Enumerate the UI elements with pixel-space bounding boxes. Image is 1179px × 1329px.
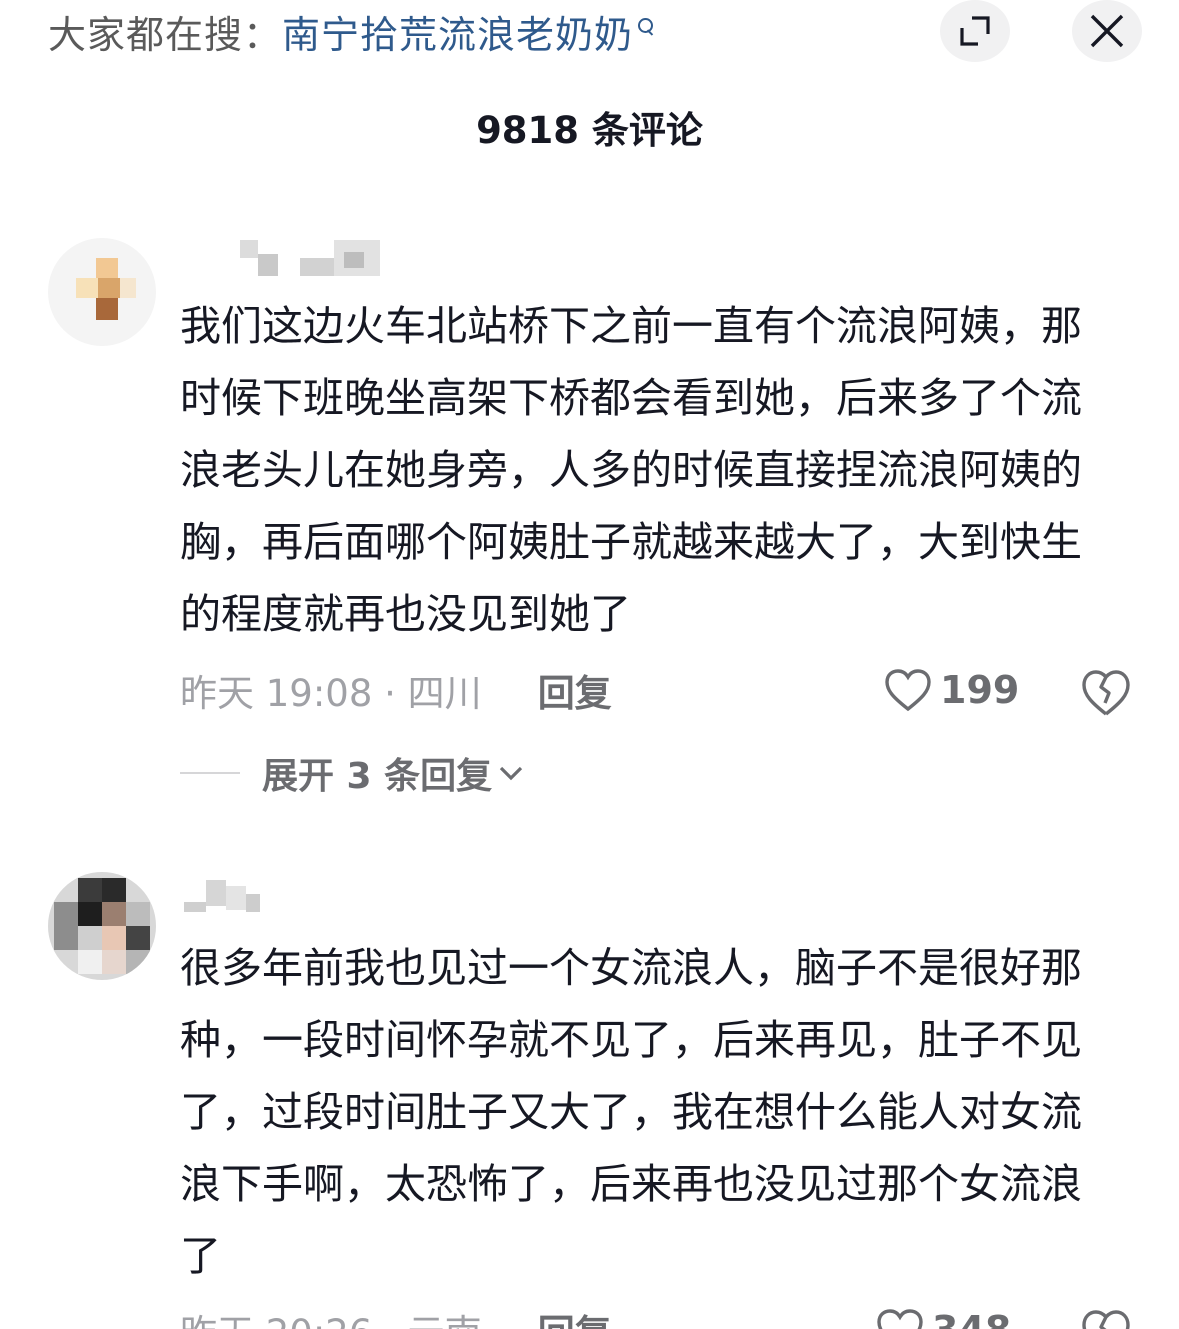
chevron-down-icon	[499, 766, 523, 781]
search-prefix: 大家都在搜：	[48, 12, 283, 57]
close-icon	[1090, 14, 1124, 48]
comment-text: 很多年前我也见过一个女流浪人，脑子不是很好那种，一段时间怀孕就不见了，后来再见，…	[180, 944, 1082, 1280]
collapse-button[interactable]	[940, 0, 1010, 62]
comment-text: 我们这边火车北站桥下之前一直有个流浪阿姨，那时候下班晚坐高架下桥都会看到她，后来…	[180, 302, 1082, 638]
avatar[interactable]	[48, 872, 156, 980]
comment-meta: 昨天 20:26 · 云南 回复	[180, 1300, 612, 1329]
comment-count-title: 9818 条评论	[476, 109, 703, 152]
like-count: 199	[940, 668, 1020, 712]
like-button[interactable]: 199	[884, 660, 1019, 720]
search-icon[interactable]	[635, 16, 657, 46]
reply-button[interactable]: 回复	[538, 1303, 612, 1329]
username-blurred[interactable]	[184, 880, 264, 920]
search-suggestion[interactable]: 大家都在搜： 南宁拾荒流浪老奶奶	[48, 4, 657, 59]
expand-replies-button[interactable]: 展开 3 条回复	[180, 745, 524, 801]
heart-icon	[877, 1309, 923, 1329]
expand-replies-label: 展开 3 条回复	[262, 756, 493, 797]
comment-time-location: 昨天 20:26 · 云南	[180, 1303, 482, 1329]
divider-line	[180, 772, 240, 774]
like-count: 348	[932, 1308, 1011, 1329]
close-button[interactable]	[1072, 0, 1142, 62]
comment-panel: 大家都在搜： 南宁拾荒流浪老奶奶 9818 条评论 我们这边火车北站桥下之前一直…	[0, 0, 1179, 1329]
avatar[interactable]	[48, 238, 156, 346]
broken-heart-icon[interactable]	[1080, 1306, 1132, 1329]
collapse-icon	[960, 16, 990, 46]
search-term-link[interactable]: 南宁拾荒流浪老奶奶	[282, 4, 633, 59]
like-button[interactable]: 348	[876, 1300, 1011, 1329]
broken-heart-icon[interactable]	[1080, 666, 1132, 718]
username-blurred[interactable]	[240, 240, 380, 280]
heart-icon	[885, 669, 931, 712]
reply-button[interactable]: 回复	[538, 663, 612, 717]
comment-time-location: 昨天 19:08 · 四川	[180, 672, 482, 715]
comment-meta: 昨天 19:08 · 四川 回复	[180, 660, 612, 720]
